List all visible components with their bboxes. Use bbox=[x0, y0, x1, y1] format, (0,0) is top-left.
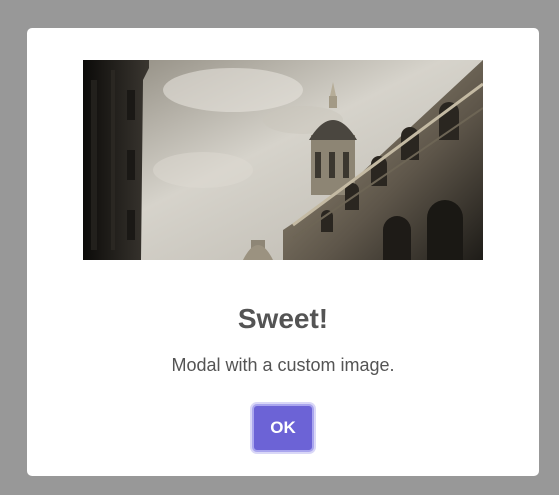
modal-dialog: Sweet! Modal with a custom image. OK bbox=[27, 28, 539, 476]
ok-button[interactable]: OK bbox=[252, 404, 314, 452]
modal-title: Sweet! bbox=[237, 303, 329, 334]
modal-message: Modal with a custom image. bbox=[171, 355, 395, 375]
modal-image bbox=[83, 60, 483, 260]
